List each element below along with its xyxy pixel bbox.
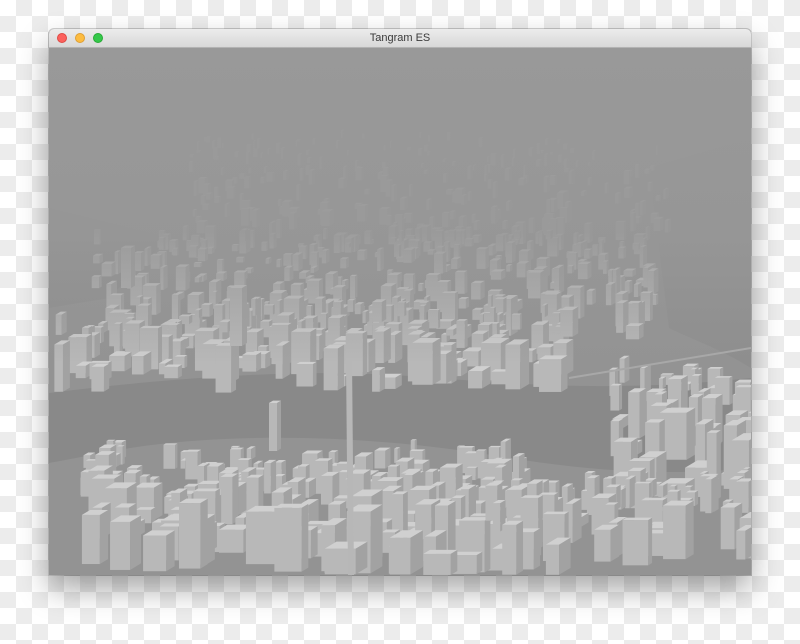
map-3d-scene[interactable] bbox=[49, 48, 751, 575]
map-viewport[interactable] bbox=[49, 48, 751, 575]
app-window: Tangram ES bbox=[49, 29, 751, 575]
title-bar[interactable]: Tangram ES bbox=[49, 29, 751, 48]
bridge bbox=[346, 357, 354, 575]
window-title: Tangram ES bbox=[369, 32, 431, 44]
distance-fog bbox=[49, 48, 751, 575]
